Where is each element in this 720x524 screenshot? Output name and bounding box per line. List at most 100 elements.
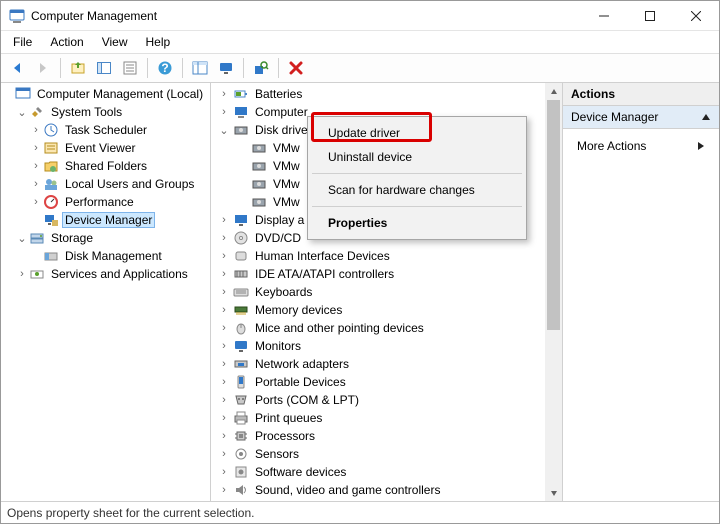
tree-task-scheduler[interactable]: › Task Scheduler xyxy=(1,121,211,139)
expand-icon[interactable]: › xyxy=(29,160,43,172)
cat-portable[interactable]: › Portable Devices xyxy=(211,373,545,391)
status-bar: Opens property sheet for the current sel… xyxy=(1,501,719,523)
expand-icon[interactable]: › xyxy=(215,214,233,226)
cat-label: Print queues xyxy=(252,411,325,425)
expand-icon[interactable]: › xyxy=(215,322,233,334)
tree-local-users-groups[interactable]: › Local Users and Groups xyxy=(1,175,211,193)
cat-sound[interactable]: ›Sound, video and game controllers xyxy=(211,481,545,499)
menu-view[interactable]: View xyxy=(94,33,136,51)
expand-icon[interactable]: › xyxy=(29,124,43,136)
separator xyxy=(278,58,279,78)
menu-help[interactable]: Help xyxy=(138,33,179,51)
back-button[interactable] xyxy=(5,56,29,80)
tree-device-manager[interactable]: Device Manager xyxy=(1,211,211,229)
device-label: VMw xyxy=(270,195,303,209)
cat-ide[interactable]: ›IDE ATA/ATAPI controllers xyxy=(211,265,545,283)
cat-processors[interactable]: ›Processors xyxy=(211,427,545,445)
scan-hardware-button[interactable] xyxy=(249,56,273,80)
tree-event-viewer[interactable]: › Event Viewer xyxy=(1,139,211,157)
tree-label: System Tools xyxy=(48,105,125,119)
monitor-button[interactable] xyxy=(214,56,238,80)
collapse-icon xyxy=(701,112,711,122)
up-button[interactable] xyxy=(66,56,90,80)
cat-software[interactable]: ›Software devices xyxy=(211,463,545,481)
context-update-driver[interactable]: Update driver xyxy=(310,121,524,145)
expand-icon[interactable]: › xyxy=(215,268,233,280)
cat-memory[interactable]: ›Memory devices xyxy=(211,301,545,319)
tree-shared-folders[interactable]: › Shared Folders xyxy=(1,157,211,175)
cat-label: Monitors xyxy=(252,339,304,353)
expand-icon[interactable]: › xyxy=(215,358,233,370)
context-scan-hardware[interactable]: Scan for hardware changes xyxy=(310,178,524,202)
menu-file[interactable]: File xyxy=(5,33,40,51)
minimize-button[interactable] xyxy=(581,1,627,30)
expand-icon[interactable]: › xyxy=(215,412,233,424)
tree-performance[interactable]: › Performance xyxy=(1,193,211,211)
tree-root[interactable]: Computer Management (Local) xyxy=(1,85,211,103)
expand-icon[interactable]: › xyxy=(215,394,233,406)
cat-sensors[interactable]: ›Sensors xyxy=(211,445,545,463)
expand-icon[interactable]: › xyxy=(215,250,233,262)
tree-label: Performance xyxy=(62,195,137,209)
tree-label: Event Viewer xyxy=(62,141,138,155)
vertical-scrollbar[interactable] xyxy=(545,83,562,501)
toolbar: ? xyxy=(1,53,719,83)
cat-ports[interactable]: ›Ports (COM & LPT) xyxy=(211,391,545,409)
tree-services-apps[interactable]: › Services and Applications xyxy=(1,265,211,283)
expand-icon[interactable]: › xyxy=(215,340,233,352)
expand-icon[interactable]: › xyxy=(29,142,43,154)
forward-button[interactable] xyxy=(31,56,55,80)
show-hide-tree-button[interactable] xyxy=(92,56,116,80)
expand-icon[interactable]: › xyxy=(29,196,43,208)
expand-icon[interactable]: › xyxy=(215,466,233,478)
actions-more-actions[interactable]: More Actions xyxy=(573,135,709,157)
expand-icon[interactable]: › xyxy=(215,448,233,460)
collapse-icon[interactable]: ⌄ xyxy=(15,232,29,245)
expand-icon[interactable]: › xyxy=(215,88,233,100)
cat-print-queues[interactable]: › Print queues xyxy=(211,409,545,427)
close-button[interactable] xyxy=(673,1,719,30)
help-button[interactable]: ? xyxy=(153,56,177,80)
scope-pane[interactable]: Computer Management (Local) ⌄ System Too… xyxy=(1,83,211,501)
cat-hid[interactable]: › Human Interface Devices xyxy=(211,247,545,265)
context-properties[interactable]: Properties xyxy=(310,211,524,235)
expand-icon[interactable]: › xyxy=(29,178,43,190)
tree-system-tools[interactable]: ⌄ System Tools xyxy=(1,103,211,121)
scroll-up-button[interactable] xyxy=(545,83,562,100)
actions-section-device-manager[interactable]: Device Manager xyxy=(563,106,719,129)
cat-label: Portable Devices xyxy=(252,375,349,389)
expand-icon[interactable]: › xyxy=(215,106,233,118)
scroll-down-button[interactable] xyxy=(545,484,562,501)
portable-icon xyxy=(233,374,249,390)
printer-icon xyxy=(233,410,249,426)
expand-icon[interactable]: › xyxy=(215,286,233,298)
menu-separator xyxy=(312,206,522,207)
tree-storage[interactable]: ⌄ Storage xyxy=(1,229,211,247)
scroll-track[interactable] xyxy=(545,100,562,484)
cat-label: Human Interface Devices xyxy=(252,249,393,263)
cat-network[interactable]: ›Network adapters xyxy=(211,355,545,373)
expand-icon[interactable]: › xyxy=(215,376,233,388)
collapse-icon[interactable]: ⌄ xyxy=(215,124,233,137)
scroll-thumb[interactable] xyxy=(547,100,560,330)
collapse-icon[interactable]: ⌄ xyxy=(15,106,29,119)
expand-icon[interactable]: › xyxy=(15,268,29,280)
cat-monitors[interactable]: › Monitors xyxy=(211,337,545,355)
result-pane[interactable]: ›Batteries ›Computer ⌄Disk drives VMw VM… xyxy=(211,83,563,501)
expand-icon[interactable]: › xyxy=(215,484,233,496)
cat-keyboards[interactable]: ›Keyboards xyxy=(211,283,545,301)
menu-action[interactable]: Action xyxy=(42,33,91,51)
maximize-button[interactable] xyxy=(627,1,673,30)
delete-button[interactable] xyxy=(284,56,308,80)
properties2-button[interactable] xyxy=(118,56,142,80)
disk-management-icon xyxy=(43,248,59,264)
display-icon xyxy=(233,212,249,228)
context-uninstall-device[interactable]: Uninstall device xyxy=(310,145,524,169)
expand-icon[interactable]: › xyxy=(215,304,233,316)
detail-view-button[interactable] xyxy=(188,56,212,80)
tree-disk-management[interactable]: Disk Management xyxy=(1,247,211,265)
cat-batteries[interactable]: ›Batteries xyxy=(211,85,545,103)
expand-icon[interactable]: › xyxy=(215,232,233,244)
cat-mice[interactable]: ›Mice and other pointing devices xyxy=(211,319,545,337)
expand-icon[interactable]: › xyxy=(215,430,233,442)
